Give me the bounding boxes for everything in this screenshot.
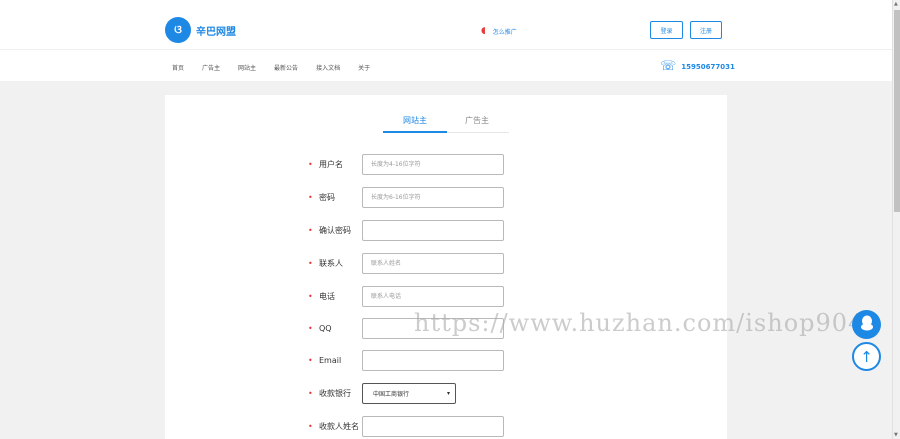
site-logo[interactable]: ଓ 辛巴网盟 (165, 17, 236, 43)
required-mark: • (308, 421, 313, 431)
bank-select[interactable]: 中国工商银行 ▾ (362, 382, 456, 404)
confirm-password-input[interactable] (362, 219, 504, 241)
required-mark: • (308, 323, 313, 333)
tab-webmaster[interactable]: 网站主 (383, 115, 447, 133)
arrow-up-icon: ↑ (860, 347, 873, 366)
required-mark: • (308, 225, 313, 235)
nav-item-home[interactable]: 首页 (172, 63, 184, 72)
required-mark: • (308, 291, 313, 301)
caret-down-icon: ▾ (446, 389, 450, 397)
contact-label: 联系人 (319, 258, 343, 268)
main-nav: 首页 广告主 网站主 最新公告 接入文档 关于 ☏ 15950677031 (0, 49, 892, 81)
tab-advertiser[interactable]: 广告主 (445, 115, 509, 133)
megaphone-icon: ◖ (481, 26, 486, 36)
contact-input[interactable] (362, 252, 504, 274)
username-label: 用户名 (319, 159, 343, 169)
scroll-up-icon[interactable]: ▲ (894, 1, 898, 7)
logo-text: 辛巴网盟 (196, 26, 236, 38)
register-card: 网站主 广告主 • 用户名 • 密码 • 确认密码 • 联系人 • 电话 • Q… (165, 95, 727, 439)
phone-label: 电话 (319, 291, 335, 301)
scroll-thumb[interactable] (894, 10, 900, 212)
logo-icon: ଓ (165, 17, 191, 43)
username-input[interactable] (362, 153, 504, 175)
required-mark: • (308, 192, 313, 202)
watermark-text: https://www.huzhan.com/ishop9043 (414, 309, 881, 337)
top-header: ଓ 辛巴网盟 ◖ 怎么推广 登录 注册 首页 广告主 网站主 最新公告 接入文档… (0, 0, 892, 81)
nav-item-about[interactable]: 关于 (358, 63, 370, 72)
payee-name-input[interactable] (362, 415, 504, 437)
qq-float-button[interactable] (852, 310, 881, 339)
email-label: Email (319, 355, 342, 365)
payee-name-label: 收款人姓名 (319, 421, 359, 431)
password-label: 密码 (319, 192, 335, 202)
required-mark: • (308, 355, 313, 365)
back-to-top-button[interactable]: ↑ (852, 342, 881, 371)
nav-item-announcements[interactable]: 最新公告 (274, 63, 298, 72)
login-button[interactable]: 登录 (650, 21, 683, 39)
password-input[interactable] (362, 186, 504, 208)
promo-label: 怎么推广 (492, 28, 517, 36)
required-mark: • (308, 159, 313, 169)
nav-item-advertiser[interactable]: 广告主 (202, 63, 220, 72)
phone-number: 15950677031 (681, 62, 735, 71)
hotline: ☏ 15950677031 (660, 59, 735, 74)
phone-icon: ☏ (660, 59, 677, 74)
phone-input[interactable] (362, 285, 504, 307)
confirm-password-label: 确认密码 (319, 225, 351, 235)
nav-item-docs[interactable]: 接入文档 (316, 63, 340, 72)
bank-selected-value: 中国工商银行 (373, 390, 410, 398)
bank-label: 收款银行 (319, 388, 351, 398)
nav-item-webmaster[interactable]: 网站主 (238, 63, 256, 72)
required-mark: • (308, 388, 313, 398)
register-button[interactable]: 注册 (690, 21, 722, 39)
email-input[interactable] (362, 349, 504, 371)
required-mark: • (308, 258, 313, 268)
scroll-down-icon[interactable]: ▼ (894, 432, 898, 438)
page-scrollbar[interactable]: ▲ ▼ (892, 0, 900, 439)
nav-list: 首页 广告主 网站主 最新公告 接入文档 关于 (172, 63, 388, 72)
promo-link[interactable]: ◖ 怎么推广 (481, 26, 517, 36)
role-tabs: 网站主 广告主 (383, 115, 509, 133)
qq-icon (860, 315, 874, 335)
qq-label: QQ (319, 323, 332, 333)
